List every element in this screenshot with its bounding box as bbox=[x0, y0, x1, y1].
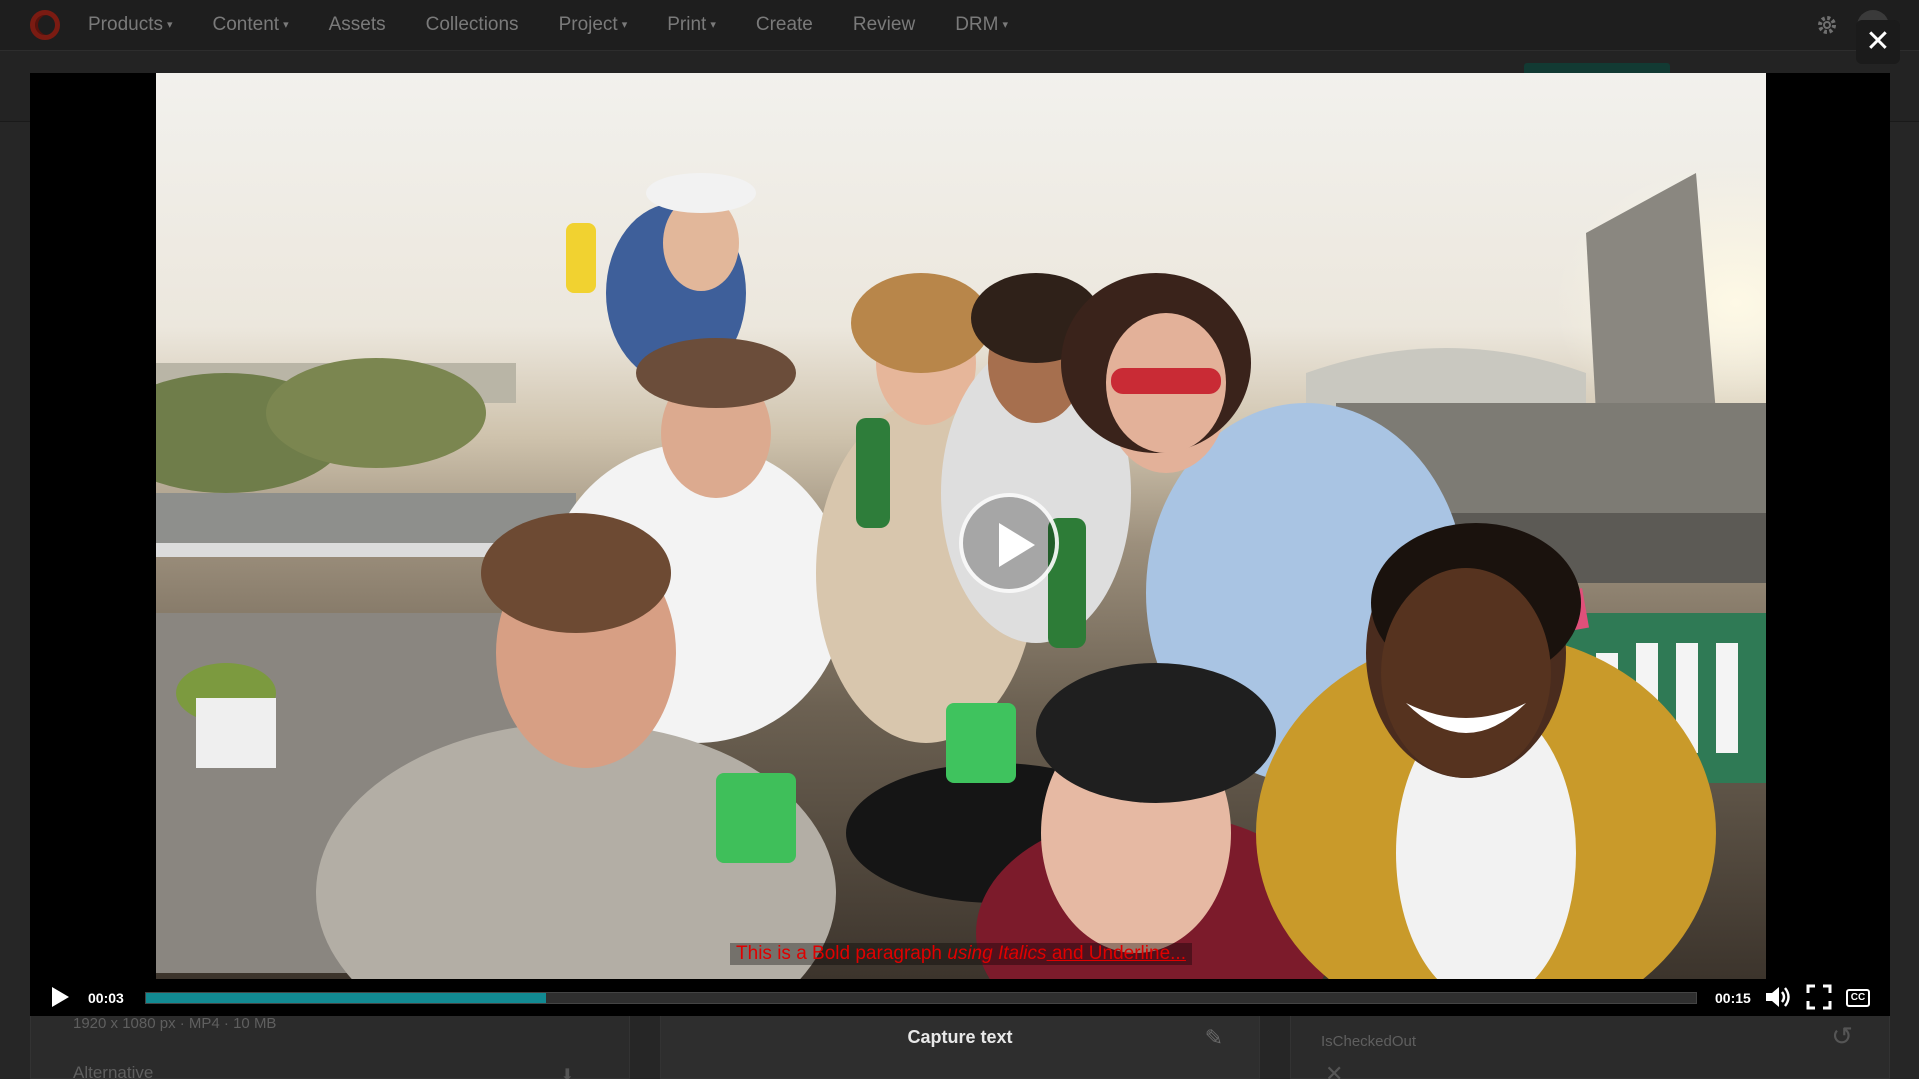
volume-icon[interactable] bbox=[1764, 984, 1792, 1010]
nav-item-label: DRM bbox=[955, 14, 999, 35]
video-frame[interactable]: This is a Bold paragraph using Italics a… bbox=[156, 73, 1766, 979]
app-root: Products ▾ Content ▾ Assets Collections Pr… bbox=[0, 0, 1919, 1079]
play-button[interactable] bbox=[52, 987, 69, 1007]
closed-captions-button[interactable]: CC bbox=[1846, 989, 1870, 1007]
fullscreen-icon[interactable] bbox=[1806, 984, 1832, 1010]
nav-item-create[interactable]: Create bbox=[756, 14, 813, 36]
current-time: 00:03 bbox=[88, 990, 124, 1006]
caption-underline-text: and Underline... bbox=[1046, 943, 1186, 964]
close-icon: ✕ bbox=[1325, 1061, 1344, 1079]
nav-item-label: Print bbox=[667, 14, 707, 35]
close-icon: ✕ bbox=[1865, 25, 1891, 58]
capture-text-title: Capture text bbox=[907, 1027, 1013, 1047]
duration-time: 00:15 bbox=[1715, 990, 1751, 1006]
nav-menu: Products ▾ Content ▾ Assets Collections Pr… bbox=[88, 14, 1048, 36]
progress-bar[interactable] bbox=[145, 992, 1697, 1004]
play-icon bbox=[999, 523, 1035, 567]
nav-item-drm[interactable]: DRM ▾ bbox=[955, 14, 1008, 36]
nav-item-label: Create bbox=[755, 14, 813, 35]
caption-bold-text: This is a Bold paragraph bbox=[736, 943, 948, 964]
download-icon[interactable]: ⬇ bbox=[561, 1065, 574, 1079]
nav-item-assets[interactable]: Assets bbox=[329, 14, 386, 36]
brand-logo[interactable] bbox=[30, 10, 60, 40]
property-label: IsCheckedOut bbox=[1321, 1033, 1417, 1050]
nav-item-collections[interactable]: Collections bbox=[426, 14, 519, 36]
gear-icon[interactable] bbox=[1815, 13, 1839, 44]
nav-item-label: Content bbox=[212, 14, 280, 35]
primary-action-button[interactable] bbox=[1524, 63, 1670, 73]
history-icon[interactable]: ↺ bbox=[1831, 1021, 1853, 1052]
chevron-down-icon: ▾ bbox=[621, 19, 628, 32]
nav-item-label: Products bbox=[88, 14, 163, 35]
progress-fill bbox=[146, 993, 546, 1003]
asset-meta-text: 1920 x 1080 px · MP4 · 10 MB bbox=[73, 1015, 277, 1032]
nav-item-project[interactable]: Project ▾ bbox=[559, 14, 628, 36]
video-controls-bar: 00:03 00:15 CC bbox=[30, 979, 1890, 1016]
chevron-down-icon: ▾ bbox=[166, 19, 173, 32]
pencil-icon[interactable]: ✎ bbox=[1205, 1025, 1223, 1051]
nav-item-label: Collections bbox=[425, 14, 519, 35]
chevron-down-icon: ▾ bbox=[710, 19, 716, 32]
caption-text: This is a Bold paragraph using Italics a… bbox=[730, 943, 1192, 965]
rendition-label: Alternative bbox=[73, 1063, 154, 1079]
play-overlay-button[interactable] bbox=[959, 493, 1059, 593]
nav-item-label: Review bbox=[852, 14, 916, 35]
nav-item-print[interactable]: Print ▾ bbox=[667, 14, 716, 36]
nav-item-label: Assets bbox=[328, 14, 386, 35]
video-lightbox: This is a Bold paragraph using Italics a… bbox=[30, 73, 1890, 1016]
chevron-down-icon: ▾ bbox=[1002, 19, 1008, 32]
close-viewer-button[interactable]: ✕ bbox=[1856, 20, 1900, 64]
top-navigation: Products ▾ Content ▾ Assets Collections Pr… bbox=[0, 0, 1919, 50]
subtitle-caption: This is a Bold paragraph using Italics a… bbox=[156, 943, 1766, 965]
nav-item-products[interactable]: Products ▾ bbox=[88, 14, 173, 36]
chevron-down-icon: ▾ bbox=[283, 19, 289, 32]
caption-italic-text: using Italics bbox=[947, 943, 1047, 964]
nav-item-review[interactable]: Review bbox=[853, 14, 915, 36]
nav-item-content[interactable]: Content ▾ bbox=[213, 14, 289, 36]
nav-item-label: Project bbox=[558, 14, 618, 35]
